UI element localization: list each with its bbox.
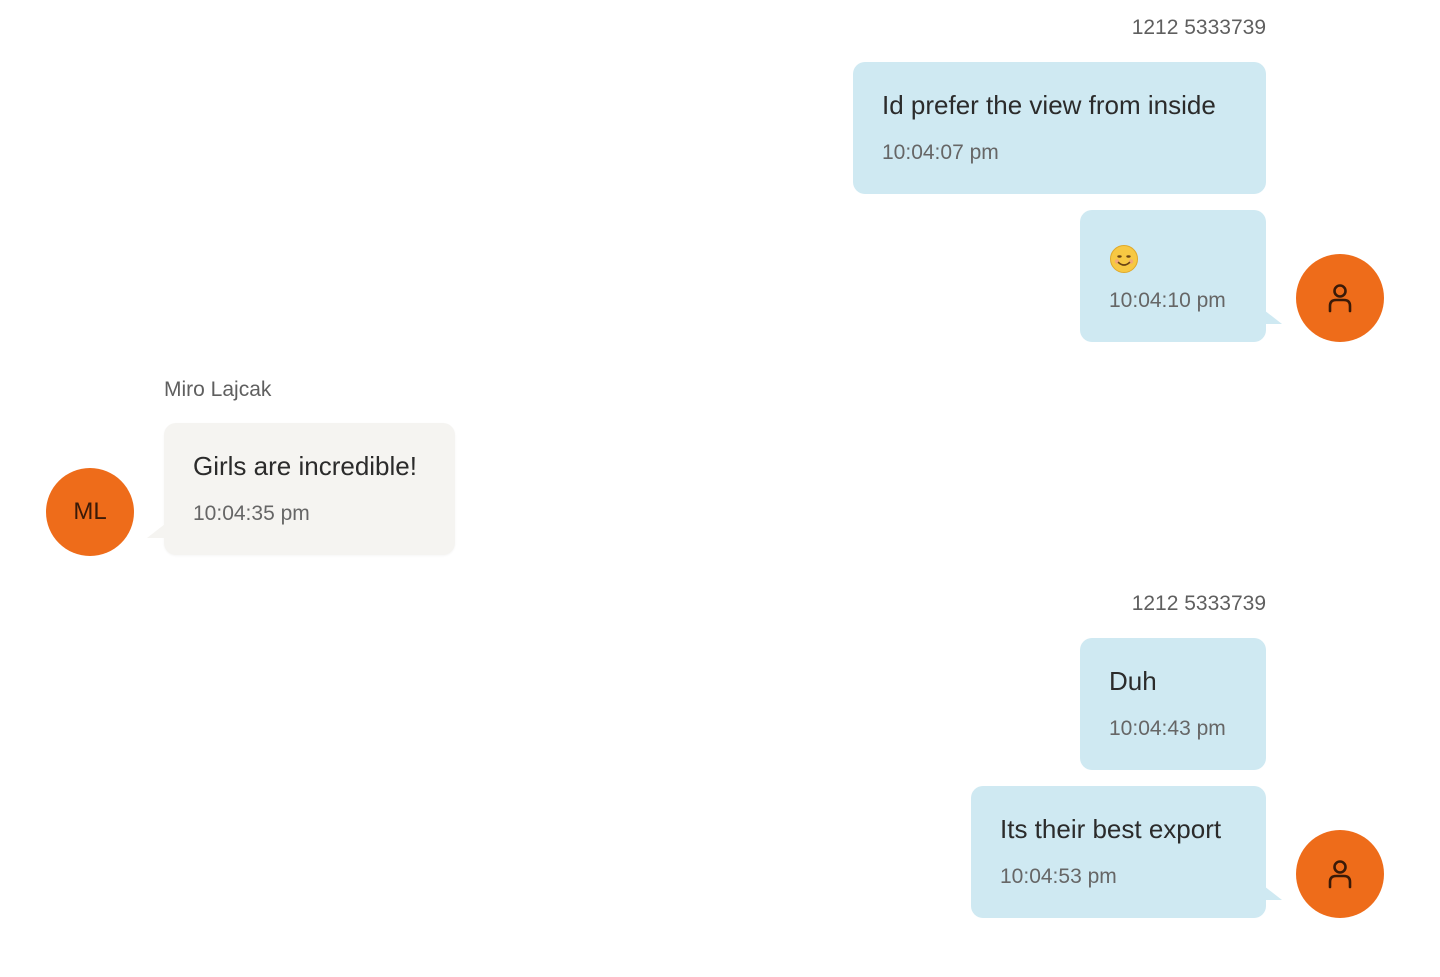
message-bubble-outgoing[interactable]: Id prefer the view from inside 10:04:07 … xyxy=(853,62,1266,194)
message-bubble-incoming[interactable]: Girls are incredible! 10:04:35 pm xyxy=(164,423,455,555)
message-timestamp: 10:04:43 pm xyxy=(1109,717,1226,740)
avatar[interactable] xyxy=(1296,830,1384,918)
avatar[interactable]: ML xyxy=(46,468,134,556)
message-text: Duh xyxy=(1109,666,1157,696)
message-bubble-outgoing[interactable]: 10:04:10 pm xyxy=(1080,210,1266,342)
avatar-initials: ML xyxy=(73,498,107,525)
message-timestamp: 10:04:53 pm xyxy=(1000,865,1117,888)
user-icon xyxy=(1328,860,1352,889)
bubble-tail xyxy=(147,524,165,538)
message-text: Id prefer the view from inside xyxy=(882,90,1216,120)
message-timestamp: 10:04:10 pm xyxy=(1109,289,1226,312)
sender-name: Miro Lajcak xyxy=(164,378,272,401)
bubble-tail xyxy=(1264,886,1282,900)
sender-name: 1212 5333739 xyxy=(1131,592,1266,615)
sender-name: 1212 5333739 xyxy=(1131,16,1266,39)
message-timestamp: 10:04:07 pm xyxy=(882,141,999,164)
message-bubble-outgoing[interactable]: Duh 10:04:43 pm xyxy=(1080,638,1266,770)
avatar[interactable] xyxy=(1296,254,1384,342)
user-icon xyxy=(1328,284,1352,313)
bubble-tail xyxy=(1264,310,1282,324)
message-text: Its their best export xyxy=(1000,814,1222,844)
message-bubble-outgoing[interactable]: Its their best export 10:04:53 pm xyxy=(971,786,1266,918)
message-timestamp: 10:04:35 pm xyxy=(193,502,310,525)
smiling-face-emoji xyxy=(1110,245,1138,273)
message-text: Girls are incredible! xyxy=(193,451,417,481)
